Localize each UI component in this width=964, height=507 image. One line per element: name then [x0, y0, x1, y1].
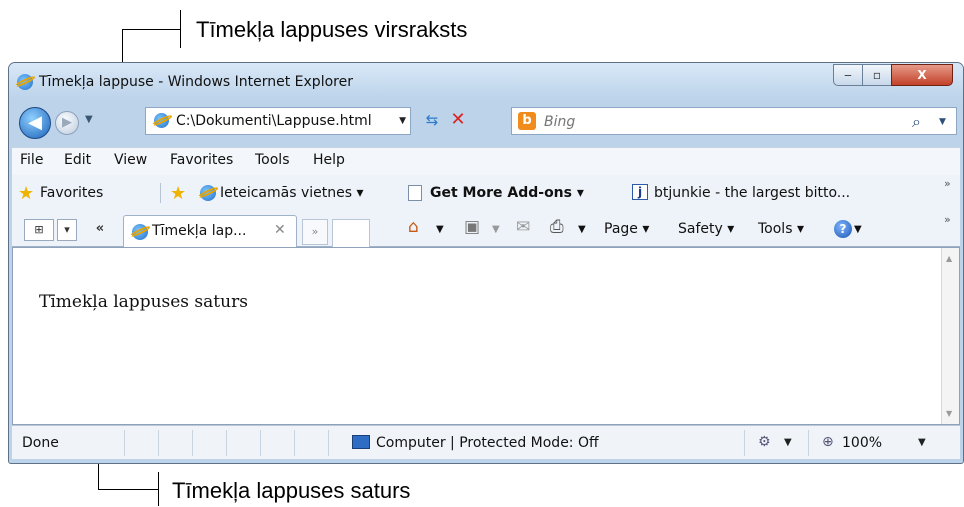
tools-menu[interactable]: Tools ▾ — [758, 221, 804, 237]
history-dropdown-icon[interactable]: ▼ — [85, 114, 93, 125]
title-callout-vtick — [180, 10, 181, 48]
feeds-icon[interactable]: ▣ — [464, 217, 480, 237]
refresh-button[interactable]: ⇆ — [419, 109, 445, 133]
zoom-dropdown-icon[interactable]: ▼ — [918, 437, 926, 448]
search-input[interactable] — [542, 109, 886, 135]
scroll-down-icon[interactable]: ▼ — [946, 409, 952, 418]
browser-window: Tīmekļa lappuse - Windows Internet Explo… — [8, 62, 964, 464]
status-divider — [808, 430, 809, 456]
print-dropdown-icon[interactable]: ▼ — [578, 224, 586, 235]
status-bar: Done Computer | Protected Mode: Off ⚙ ▼ … — [12, 425, 960, 459]
title-bar[interactable]: Tīmekļa lappuse - Windows Internet Explo… — [9, 63, 963, 99]
refresh-icon: ⇆ — [425, 111, 439, 129]
zoom-icon[interactable]: ⊕ — [822, 434, 834, 450]
security-dropdown-icon[interactable]: ▼ — [784, 437, 792, 448]
scroll-up-icon[interactable]: ▲ — [946, 254, 952, 263]
tab-close-icon[interactable]: ✕ — [274, 222, 286, 238]
forward-button[interactable]: ▶ — [55, 111, 79, 135]
print-icon[interactable]: ⎙ — [550, 217, 564, 237]
search-icon[interactable]: ⌕ — [912, 112, 921, 132]
back-button[interactable]: ◀ — [19, 107, 51, 139]
menu-tools[interactable]: Tools — [255, 152, 290, 168]
tab-active[interactable]: Tīmekļa lap... ✕ — [123, 215, 297, 247]
status-divider — [294, 430, 295, 456]
suggested-sites-link[interactable]: Ieteicamās vietnes ▾ — [220, 185, 364, 201]
new-tab-button[interactable] — [332, 219, 370, 247]
page-menu[interactable]: Page ▾ — [604, 221, 649, 237]
get-addons-link[interactable]: Get More Add-ons ▾ — [430, 185, 584, 201]
status-text: Done — [22, 435, 59, 451]
ie-logo-icon — [17, 74, 33, 90]
address-dropdown-icon[interactable]: ▼ — [399, 116, 406, 126]
vertical-scrollbar[interactable]: ▲ ▼ — [941, 248, 959, 424]
navigation-bar: ◀ ▶ ▼ C:\Dokumenti\Lappuse.html ▼ ⇆ ✕ b … — [9, 99, 963, 143]
quick-tabs-button[interactable]: ⊞ — [24, 219, 54, 241]
favorites-bar: ★ Favorites ★ Ieteicamās vietnes ▾ Get M… — [12, 175, 960, 211]
menu-file[interactable]: File — [20, 152, 43, 168]
address-text: C:\Dokumenti\Lappuse.html — [176, 113, 372, 129]
menu-bar: File Edit View Favorites Tools Help — [12, 147, 960, 175]
suggested-sites-icon — [200, 185, 216, 201]
status-divider — [124, 430, 125, 456]
mail-icon[interactable]: ✉ — [516, 217, 530, 237]
search-dropdown-icon[interactable]: ▼ — [939, 117, 946, 127]
security-status-icon[interactable]: ⚙ — [758, 434, 771, 450]
status-divider — [328, 430, 329, 456]
command-overflow-icon[interactable]: » — [944, 213, 951, 226]
window-title: Tīmekļa lappuse - Windows Internet Explo… — [39, 74, 353, 90]
computer-icon — [352, 435, 370, 449]
menu-edit[interactable]: Edit — [64, 152, 91, 168]
stop-button[interactable]: ✕ — [446, 109, 470, 133]
home-dropdown-icon[interactable]: ▼ — [436, 224, 444, 235]
tab-scroll-right-button[interactable]: » — [302, 219, 328, 245]
tab-bar: ⊞ ▾ « Tīmekļa lap... ✕ » ⌂ ▼ ▣ ▼ ✉ ⎙ ▼ P… — [12, 211, 960, 247]
status-divider — [260, 430, 261, 456]
maximize-button[interactable]: ▫ — [862, 64, 892, 86]
address-bar[interactable]: C:\Dokumenti\Lappuse.html ▼ — [145, 107, 411, 135]
zone-status[interactable]: Computer | Protected Mode: Off — [376, 435, 599, 451]
stop-icon: ✕ — [450, 109, 466, 130]
bing-logo-icon: b — [518, 112, 536, 130]
help-icon[interactable]: ? — [834, 220, 852, 238]
favorites-button[interactable]: Favorites — [40, 185, 103, 201]
divider — [160, 183, 161, 203]
addons-page-icon — [408, 185, 422, 201]
minimize-button[interactable]: ‒ — [833, 64, 863, 86]
page-content-text: Tīmekļa lappuses saturs — [39, 292, 248, 312]
tab-label: Tīmekļa lap... — [152, 223, 247, 239]
close-button[interactable]: X — [891, 64, 953, 86]
add-favorite-icon[interactable]: ★ — [170, 183, 186, 204]
feeds-dropdown-icon[interactable]: ▼ — [492, 224, 500, 235]
status-divider — [192, 430, 193, 456]
menu-favorites[interactable]: Favorites — [170, 152, 233, 168]
page-content: Tīmekļa lappuses saturs ▲ ▼ — [12, 247, 960, 425]
home-icon[interactable]: ⌂ — [408, 217, 419, 237]
page-ie-icon — [154, 113, 169, 128]
content-callout-vtick — [158, 472, 159, 506]
menu-help[interactable]: Help — [313, 152, 345, 168]
btjunkie-icon: j — [632, 184, 648, 200]
status-divider — [226, 430, 227, 456]
tab-ie-icon — [132, 224, 148, 240]
safety-menu[interactable]: Safety ▾ — [678, 221, 734, 237]
favbar-overflow-icon[interactable]: » — [944, 177, 951, 190]
help-dropdown-icon[interactable]: ▼ — [854, 224, 862, 235]
menu-view[interactable]: View — [114, 152, 147, 168]
status-divider — [744, 430, 745, 456]
tab-list-button[interactable]: ▾ — [57, 219, 77, 241]
content-callout-h — [98, 489, 158, 490]
title-annotation: Tīmekļa lappuses virsraksts — [196, 17, 468, 42]
btjunkie-link[interactable]: btjunkie - the largest bitto... — [654, 185, 850, 201]
zoom-level[interactable]: 100% — [842, 435, 882, 451]
status-divider — [158, 430, 159, 456]
search-box[interactable]: b ⌕ ▼ — [511, 107, 957, 135]
content-annotation: Tīmekļa lappuses saturs — [172, 478, 411, 503]
tab-scroll-left-button[interactable]: « — [82, 219, 118, 241]
favorites-star-icon: ★ — [18, 183, 35, 204]
title-callout-h — [122, 29, 180, 30]
